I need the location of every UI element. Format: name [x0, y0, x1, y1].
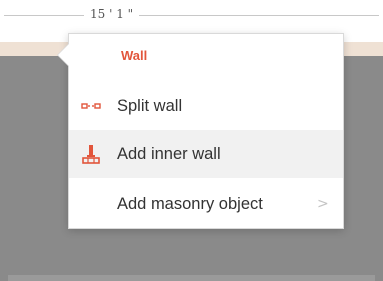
split-wall-icon [79, 96, 103, 116]
menu-pointer-arrow [58, 44, 69, 66]
add-masonry-object-menu-item[interactable]: Add masonry object > [69, 180, 343, 228]
wall-context-menu: Wall Split wall Add inner wall Add mason… [58, 33, 344, 229]
inner-wall-icon [79, 144, 103, 164]
menu-title: Wall [121, 48, 148, 63]
add-inner-wall-menu-item[interactable]: Add inner wall [69, 130, 343, 178]
chevron-right-icon: > [317, 196, 329, 212]
split-wall-menu-item[interactable]: Split wall [69, 82, 343, 130]
add-inner-wall-label: Add inner wall [117, 144, 221, 163]
dimension-label: 15 ' 1 " [84, 6, 140, 22]
dimension-line [4, 15, 379, 16]
split-wall-label: Split wall [117, 96, 183, 115]
add-masonry-object-label: Add masonry object [117, 194, 263, 213]
floor-edge [8, 275, 375, 281]
